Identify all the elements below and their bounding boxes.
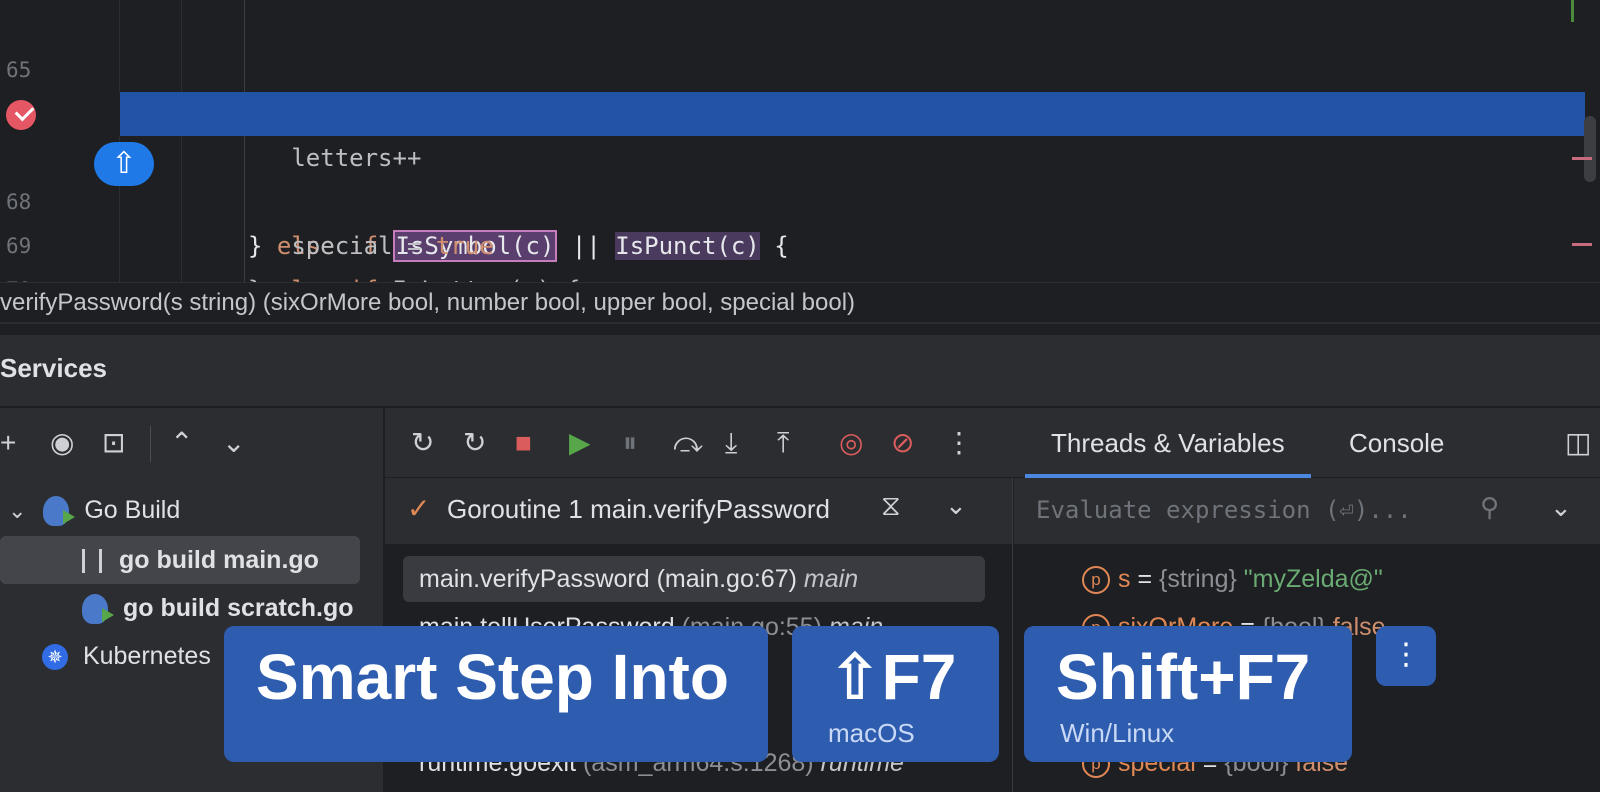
new-group-icon[interactable]: ⊡ — [102, 408, 125, 478]
line-number: 70 — [6, 268, 46, 282]
breakpoint-icon[interactable] — [6, 100, 36, 130]
chevron-down-icon[interactable]: ⌄ — [945, 490, 967, 521]
win-label: Win/Linux — [1060, 718, 1175, 748]
rerun-icon[interactable]: ↻ — [411, 408, 434, 478]
code-line-69[interactable]: 69 } else if IsLetter(c) { — [0, 180, 1585, 282]
code-editor[interactable]: 65 upper = true 66 letters++ 67 } else i… — [0, 0, 1600, 282]
chevron-down-icon[interactable]: ⌄ — [1550, 492, 1572, 523]
shift-arrow-icon[interactable]: ⇧ — [94, 142, 154, 186]
tree-item-go-build[interactable]: ⌄ Go Build — [8, 486, 180, 534]
services-toolbar: + ◉ ⊡ ⌃ ⌄ — [0, 408, 384, 478]
error-stripe-mark[interactable] — [1572, 243, 1592, 246]
variable-value: "myZelda@" — [1243, 565, 1383, 593]
error-stripe-mark[interactable] — [1572, 157, 1592, 160]
tab-console[interactable]: Console — [1349, 408, 1444, 478]
function-breadcrumb[interactable]: verifyPassword(s string) (sixOrMore bool… — [0, 282, 1600, 322]
more-options-icon[interactable]: ⋮ — [945, 408, 973, 478]
more-options-button[interactable]: ⋮ — [1376, 626, 1436, 686]
view-breakpoints-icon[interactable]: ◎ — [839, 408, 863, 478]
eye-icon[interactable]: ◉ — [50, 408, 74, 478]
tree-item-label: go build scratch.go — [122, 594, 354, 622]
mac-shortcut: ⇧F7 — [828, 641, 957, 713]
evaluate-placeholder: Evaluate expression (⏎)... — [1036, 496, 1412, 524]
code-line-70[interactable]: 70 letters++ — [0, 224, 1585, 282]
step-out-icon[interactable]: ⤒ — [777, 408, 789, 478]
code-line-66[interactable]: 66 letters++ — [0, 48, 1585, 172]
action-name: Smart Step Into — [256, 641, 729, 713]
win-shortcut-overlay: Shift+F7 Win/Linux — [1024, 626, 1352, 762]
code-line-68[interactable]: 68 special = true — [0, 136, 1585, 260]
parameter-icon: p — [1082, 566, 1110, 595]
rerun-debug-icon[interactable]: ↻ — [463, 408, 486, 478]
resume-icon[interactable]: ▶ — [569, 408, 591, 478]
tree-item-go-build-main[interactable]: go build main.go — [0, 536, 360, 584]
mute-breakpoints-icon[interactable]: ⊘ — [891, 408, 914, 478]
code-text: } else if IsLetter(c) { — [248, 268, 580, 282]
chevron-down-icon[interactable]: ⌄ — [8, 487, 26, 535]
services-title: Services — [0, 353, 107, 383]
pause-icon[interactable]: ⏸ — [623, 408, 637, 478]
step-over-icon[interactable]: ⤼ — [673, 408, 703, 478]
watch-icon[interactable]: ⚲ — [1480, 492, 1499, 523]
tab-threads-variables[interactable]: Threads & Variables — [1025, 408, 1311, 478]
step-into-icon[interactable]: ⤓ — [725, 408, 737, 478]
toolbar-separator — [150, 426, 151, 462]
mac-label: macOS — [828, 718, 915, 748]
goroutine-label: Goroutine 1 main.verifyPassword — [447, 494, 830, 524]
kubernetes-icon: ✵ — [42, 644, 68, 671]
layout-icon[interactable]: ◫ — [1565, 408, 1591, 478]
tree-item-label: go build main.go — [118, 546, 319, 574]
add-icon[interactable]: + — [0, 408, 16, 478]
services-header: Services — [0, 335, 1600, 407]
variable-row[interactable]: ps = {string} "myZelda@" — [1082, 556, 1383, 602]
variable-name: s — [1118, 565, 1131, 593]
frame-package: main — [803, 565, 859, 593]
tree-item-go-build-scratch[interactable]: go build scratch.go — [82, 584, 354, 632]
stop-icon[interactable]: ■ — [515, 408, 532, 478]
debugger-toolbar: ↻ ↻ ■ ▶ ⏸ ⤼ ⤓ ⤒ ◎ ⊘ ⋮ Threads & Variable… — [385, 408, 1600, 478]
tree-item-kubernetes[interactable]: ✵ Kubernetes — [42, 632, 211, 680]
gopher-icon — [43, 496, 76, 527]
win-shortcut: Shift+F7 — [1056, 641, 1311, 713]
code-line-65[interactable]: 65 upper = true — [0, 4, 1585, 128]
paused-icon — [82, 549, 102, 574]
frame-function: main.verifyPassword — [419, 565, 650, 593]
goroutine-selector[interactable]: ✓ Goroutine 1 main.verifyPassword ⧖ ⌄ — [385, 478, 1012, 544]
evaluate-expression-field[interactable]: Evaluate expression (⏎)... ⚲ ⌄ — [1014, 478, 1600, 544]
mac-shortcut-overlay: ⇧F7 macOS — [792, 626, 999, 762]
gopher-icon — [82, 594, 114, 625]
change-marker — [1571, 0, 1574, 22]
frame-location: (main.go:67) — [656, 565, 797, 593]
filter-icon[interactable]: ⧖ — [881, 490, 901, 523]
code-line-67-current[interactable]: 67 } else if IsSymbol(c) || IsPunct(c) { — [0, 92, 1585, 262]
action-name-overlay: Smart Step Into — [224, 626, 768, 762]
check-icon: ✓ — [407, 493, 431, 524]
stack-frame[interactable]: main.verifyPassword (main.go:67) main — [403, 556, 985, 602]
collapse-all-icon[interactable]: ⌄ — [222, 408, 245, 478]
editor-scrollbar[interactable] — [1584, 116, 1596, 182]
variable-type: {string} — [1159, 565, 1237, 593]
tree-item-label: Kubernetes — [82, 642, 211, 670]
panel-divider[interactable] — [0, 322, 1600, 332]
expand-all-icon[interactable]: ⌃ — [170, 408, 193, 478]
tree-item-label: Go Build — [84, 496, 181, 524]
